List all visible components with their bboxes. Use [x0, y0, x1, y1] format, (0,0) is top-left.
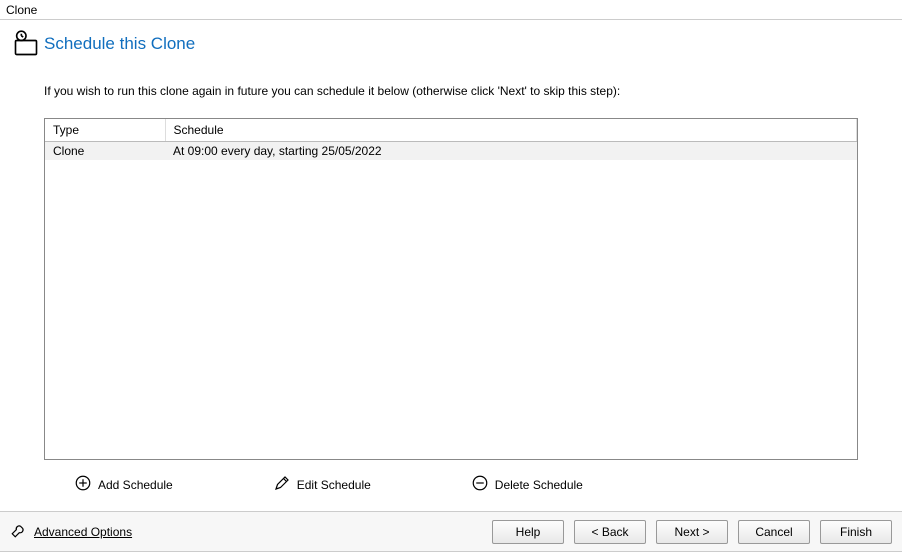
- wizard-buttons: Help < Back Next > Cancel Finish: [492, 520, 892, 544]
- pencil-icon: [273, 474, 291, 495]
- page-header: Schedule this Clone: [0, 20, 902, 64]
- plus-circle-icon: [74, 474, 92, 495]
- cell-schedule: At 09:00 every day, starting 25/05/2022: [165, 142, 857, 161]
- finish-button[interactable]: Finish: [820, 520, 892, 544]
- schedule-table: Type Schedule Clone At 09:00 every day, …: [45, 119, 857, 160]
- window-title: Clone: [6, 3, 37, 17]
- advanced-options-link[interactable]: Advanced Options: [10, 521, 132, 542]
- schedule-actions: Add Schedule Edit Schedule Delete Schedu…: [44, 460, 858, 501]
- help-button[interactable]: Help: [492, 520, 564, 544]
- minus-circle-icon: [471, 474, 489, 495]
- table-row[interactable]: Clone At 09:00 every day, starting 25/05…: [45, 142, 857, 161]
- wrench-icon: [10, 521, 28, 542]
- next-button[interactable]: Next >: [656, 520, 728, 544]
- cancel-button[interactable]: Cancel: [738, 520, 810, 544]
- add-schedule-label: Add Schedule: [98, 478, 173, 492]
- calendar-clock-icon: [12, 30, 40, 58]
- cell-type: Clone: [45, 142, 165, 161]
- add-schedule-button[interactable]: Add Schedule: [74, 474, 173, 495]
- window-titlebar: Clone: [0, 0, 902, 20]
- edit-schedule-button[interactable]: Edit Schedule: [273, 474, 371, 495]
- back-button[interactable]: < Back: [574, 520, 646, 544]
- wizard-footer: Advanced Options Help < Back Next > Canc…: [0, 511, 902, 551]
- main-content: If you wish to run this clone again in f…: [0, 64, 902, 511]
- advanced-options-label: Advanced Options: [34, 525, 132, 539]
- column-header-schedule[interactable]: Schedule: [165, 119, 857, 142]
- instruction-text: If you wish to run this clone again in f…: [44, 84, 858, 98]
- delete-schedule-button[interactable]: Delete Schedule: [471, 474, 583, 495]
- column-header-type[interactable]: Type: [45, 119, 165, 142]
- delete-schedule-label: Delete Schedule: [495, 478, 583, 492]
- schedule-table-container: Type Schedule Clone At 09:00 every day, …: [44, 118, 858, 460]
- edit-schedule-label: Edit Schedule: [297, 478, 371, 492]
- page-title: Schedule this Clone: [44, 34, 195, 54]
